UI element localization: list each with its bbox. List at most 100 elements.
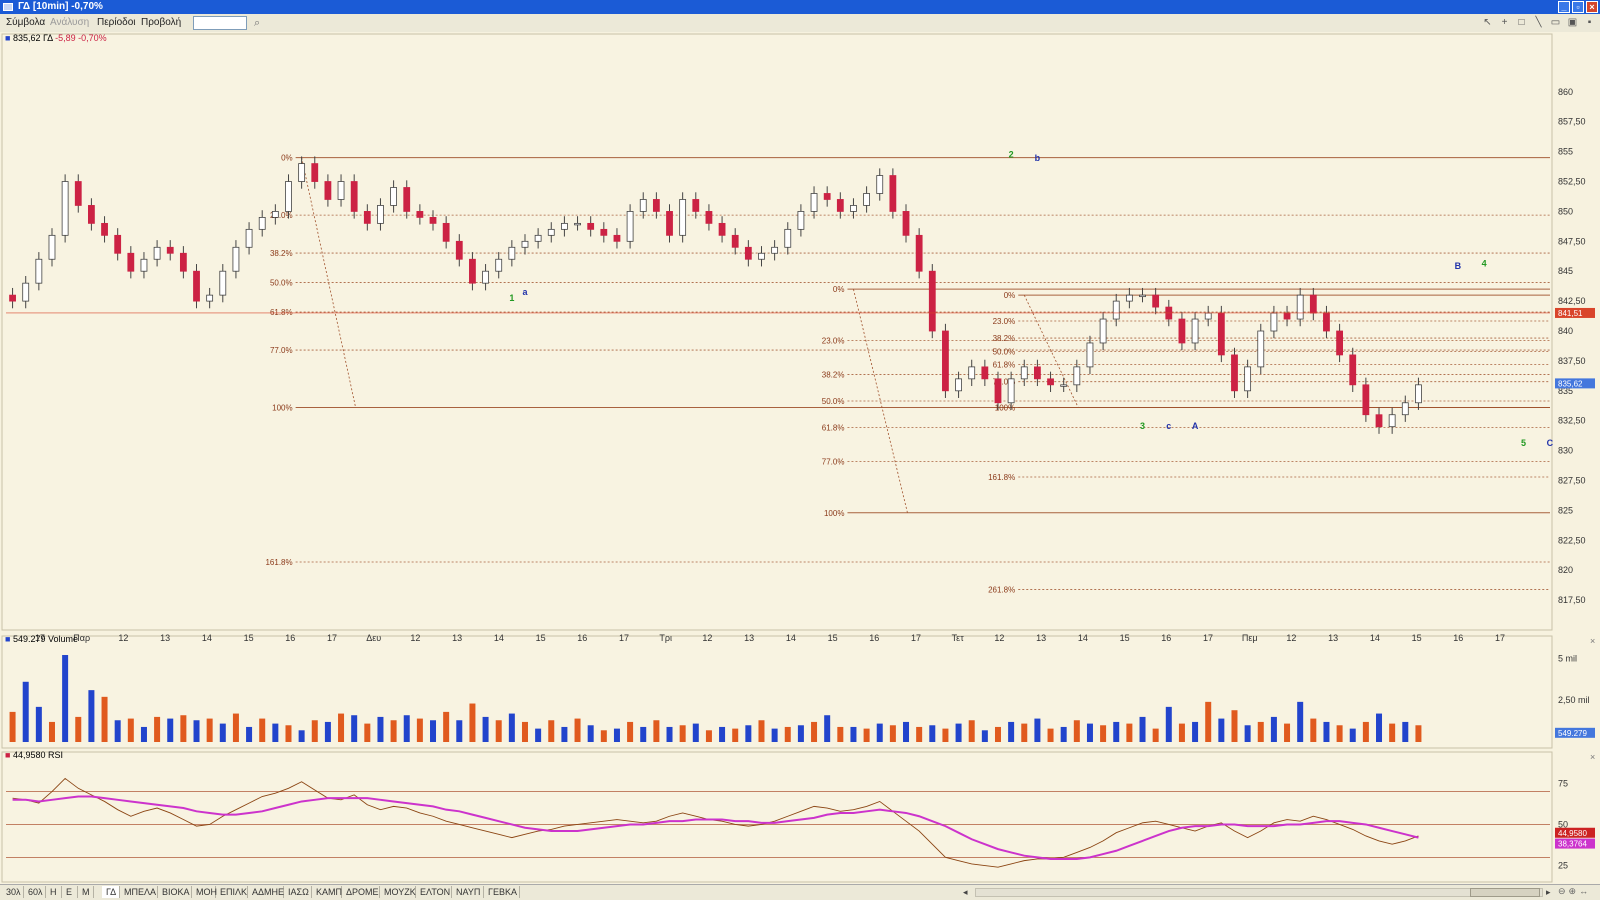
minimize-icon[interactable]: _ bbox=[1558, 1, 1570, 13]
volume-bar bbox=[456, 720, 463, 742]
wave-label: 5 bbox=[1521, 438, 1526, 448]
bottom-tab[interactable]: ΙΑΣΩ bbox=[284, 886, 312, 898]
cursor-icon[interactable]: ↖ bbox=[1481, 16, 1494, 29]
candle-body bbox=[639, 199, 647, 212]
rectangle-icon[interactable]: □ bbox=[1515, 16, 1528, 29]
crosshair-icon[interactable]: + bbox=[1498, 16, 1511, 29]
x-tick-label: 12 bbox=[994, 633, 1004, 643]
candle-body bbox=[101, 222, 108, 236]
volume-bar bbox=[1165, 706, 1172, 742]
volume-bar bbox=[942, 728, 949, 742]
volume-bar bbox=[390, 720, 397, 742]
volume-last-tag: 549.279 bbox=[1558, 729, 1587, 738]
horizontal-scrollbar[interactable] bbox=[975, 888, 1543, 897]
price-tick-label: 845 bbox=[1558, 266, 1573, 276]
fib-level-label: 161.8% bbox=[988, 473, 1015, 482]
bottom-tab[interactable]: 60λ bbox=[24, 886, 46, 898]
volume-bar bbox=[193, 720, 200, 742]
volume-bar bbox=[850, 726, 857, 742]
search-icon[interactable]: ⌕ bbox=[254, 17, 266, 29]
price-tick-label: 837,50 bbox=[1558, 356, 1586, 366]
volume-panel: 5 mil 2,50 mil 549.279 bbox=[1, 635, 1595, 749]
bottom-tab[interactable]: Ε bbox=[62, 886, 78, 898]
candle-body bbox=[1217, 312, 1225, 356]
fib-level-label: 0% bbox=[1004, 291, 1016, 300]
layout-icon[interactable]: ▭ bbox=[1549, 16, 1562, 29]
restore-icon[interactable]: ▫ bbox=[1572, 1, 1584, 13]
candle-body bbox=[35, 258, 43, 284]
bottom-tab[interactable]: ΓΕΒΚΑ bbox=[484, 886, 520, 898]
candle-body bbox=[350, 181, 358, 212]
close-icon[interactable]: × bbox=[1586, 1, 1598, 13]
chart-area[interactable]: www.eurobyte.blogspot.grNEK 817,50820822… bbox=[0, 32, 1600, 884]
wave-label: 3 bbox=[1140, 421, 1145, 431]
bottom-tab[interactable]: ΜΟΥΖΚ bbox=[380, 886, 416, 898]
candle-body bbox=[48, 234, 56, 260]
bottom-tab[interactable]: ΜΟΗ bbox=[192, 886, 217, 898]
volume-bar bbox=[903, 721, 910, 742]
bottom-tab[interactable]: 30λ bbox=[2, 886, 24, 898]
candle-body bbox=[600, 228, 608, 236]
window-icon[interactable]: ▣ bbox=[1566, 16, 1579, 29]
bottom-tab[interactable]: ΝΑΥΠ bbox=[452, 886, 484, 898]
bottom-tab[interactable]: ΔΡΟΜΕ bbox=[342, 886, 380, 898]
volume-bar bbox=[508, 713, 515, 742]
price-tick-label: 860 bbox=[1558, 87, 1573, 97]
zoom-out-icon[interactable]: ⊖ bbox=[1558, 886, 1566, 897]
volume-bar bbox=[705, 730, 712, 742]
bottom-tab[interactable]: ΕΠΙΛΚ bbox=[216, 886, 248, 898]
candle-body bbox=[1349, 354, 1357, 386]
bottom-tab[interactable]: Μ bbox=[78, 886, 94, 898]
price-panel: 817,50820822,50825827,50830832,50835837,… bbox=[1, 33, 1595, 631]
fit-icon[interactable]: ↔ bbox=[1579, 886, 1588, 897]
price-tick-label: 817,50 bbox=[1558, 595, 1586, 605]
candle-body bbox=[863, 193, 870, 206]
price-tick-label: 855 bbox=[1558, 147, 1573, 157]
candle-body bbox=[1270, 312, 1278, 332]
scroll-right-icon[interactable]: ▸ bbox=[1546, 887, 1551, 898]
volume-bar bbox=[1034, 718, 1041, 742]
price-tick-label: 825 bbox=[1558, 505, 1573, 515]
candle-body bbox=[61, 181, 69, 236]
fib-level-label: 38.2% bbox=[822, 371, 845, 380]
line-tool-icon[interactable]: ╲ bbox=[1532, 16, 1545, 29]
close-volume-panel-icon[interactable]: × bbox=[1590, 636, 1595, 646]
bottom-tab[interactable]: ΑΔΜΗΕ bbox=[248, 886, 284, 898]
close-rsi-panel-icon[interactable]: × bbox=[1590, 752, 1595, 762]
candle-body bbox=[521, 240, 529, 248]
scroll-thumb[interactable] bbox=[1470, 888, 1540, 897]
volume-bar bbox=[1218, 718, 1225, 742]
bottom-tab[interactable]: ΓΔ bbox=[102, 886, 120, 898]
candle-body bbox=[22, 282, 30, 302]
x-tick-label: 13 bbox=[1328, 633, 1338, 643]
volume-bar bbox=[180, 715, 187, 742]
bottom-tab[interactable]: ΕΛΤΟΝ bbox=[416, 886, 452, 898]
volume-bar bbox=[811, 721, 818, 742]
menu-view[interactable]: Προβολή bbox=[141, 17, 181, 28]
volume-bar bbox=[1415, 725, 1422, 742]
zoom-in-icon[interactable]: ⊕ bbox=[1569, 886, 1577, 897]
x-tick-label: 12 bbox=[118, 633, 128, 643]
bottom-tab[interactable]: ΒΙΟΚΑ bbox=[158, 886, 192, 898]
candle-body bbox=[731, 234, 739, 248]
bottom-tab[interactable]: ΚΑΜΠ bbox=[312, 886, 342, 898]
volume-bar bbox=[1362, 721, 1369, 742]
rsi-last-tag: 44,9580 bbox=[1558, 829, 1587, 838]
menu-analysis[interactable]: Ανάλυση bbox=[50, 17, 89, 28]
candle-body bbox=[942, 330, 949, 392]
menu-periods[interactable]: Περίοδοι bbox=[97, 17, 136, 28]
menu-symbols[interactable]: Σύμβολα bbox=[6, 17, 45, 28]
symbol-search-input[interactable] bbox=[193, 16, 247, 30]
volume-bar bbox=[1008, 721, 1015, 742]
volume-bar bbox=[246, 726, 253, 742]
fib-level-label: 61.8% bbox=[822, 423, 845, 432]
save-icon[interactable]: ▪ bbox=[1583, 16, 1596, 29]
volume-bar bbox=[955, 723, 962, 742]
bottom-tab[interactable]: Η bbox=[46, 886, 62, 898]
candle-body bbox=[981, 366, 989, 380]
bottom-tab[interactable]: ΜΠΕΛΑ bbox=[120, 886, 158, 898]
candle-body bbox=[482, 270, 489, 284]
scroll-left-icon[interactable]: ◂ bbox=[963, 887, 968, 898]
fib-level-label: 77.0% bbox=[822, 457, 845, 466]
candle-body bbox=[1191, 318, 1199, 344]
